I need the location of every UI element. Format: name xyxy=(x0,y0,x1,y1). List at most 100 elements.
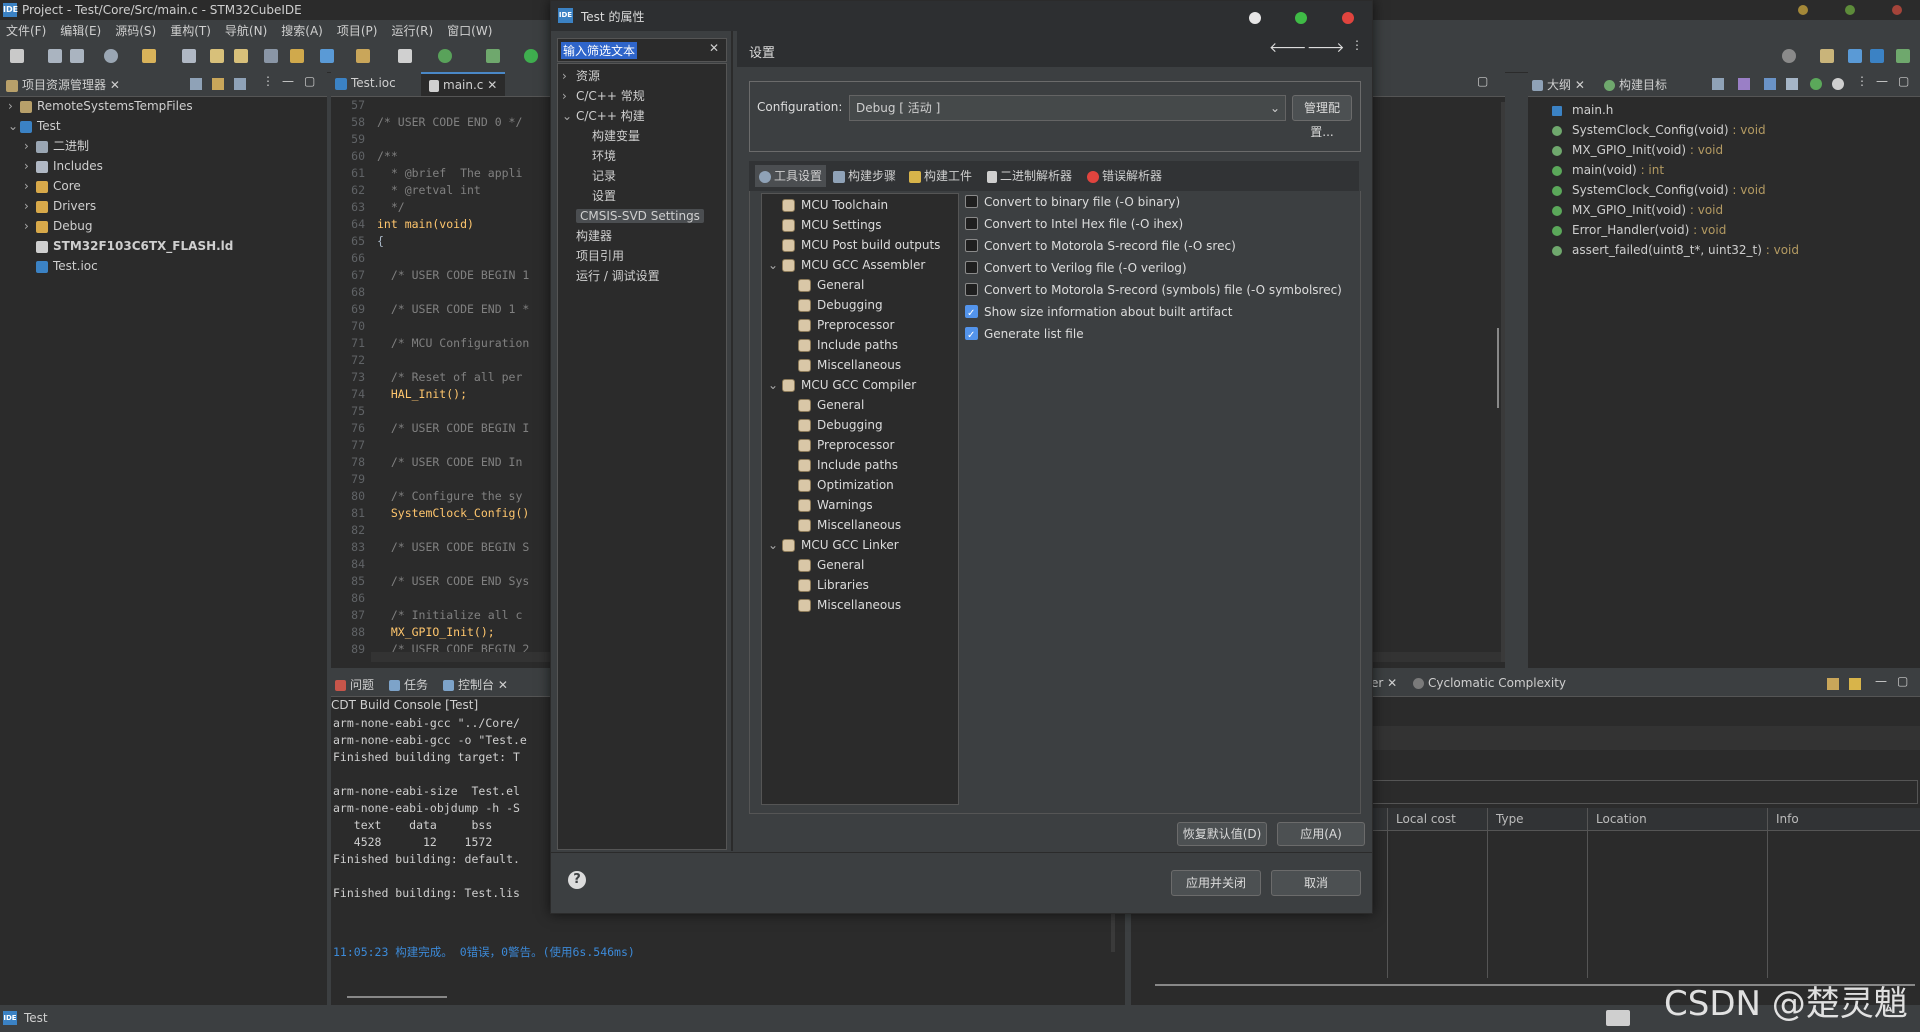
nav-item[interactable]: 构建变量 xyxy=(578,126,640,146)
tool-tree-item[interactable]: Include paths xyxy=(784,335,898,355)
collapse-all-icon[interactable] xyxy=(1712,78,1724,90)
col-type[interactable]: Type xyxy=(1496,812,1524,826)
subtab-tool-settings[interactable]: 工具设置 xyxy=(755,165,827,187)
subtab-build-artifact[interactable]: 构建工件 xyxy=(909,165,972,187)
apply-button[interactable]: 应用(A) xyxy=(1277,822,1365,846)
checkbox[interactable] xyxy=(965,325,978,347)
tool-tree-item[interactable]: MCU Post build outputs xyxy=(768,235,940,255)
save-icon[interactable] xyxy=(48,49,62,63)
hide-macros-icon[interactable] xyxy=(1832,78,1844,90)
tab-build-targets[interactable]: 构建目标 xyxy=(1604,76,1667,93)
tab-tasks[interactable]: 任务 xyxy=(389,676,428,693)
tool-tree-item[interactable]: Preprocessor xyxy=(784,435,894,455)
tab-outline[interactable]: 大纲 ✕ xyxy=(1532,76,1585,93)
checkbox[interactable] xyxy=(965,217,978,230)
tree-item[interactable]: STM32F103C6TX_FLASH.ld xyxy=(24,236,233,256)
tab-cyclomatic-complexity[interactable]: Cyclomatic Complexity xyxy=(1413,676,1566,690)
close-button[interactable] xyxy=(1892,5,1902,15)
tree-item[interactable]: Test.ioc xyxy=(24,256,98,276)
tool-tree-item[interactable]: Miscellaneous xyxy=(784,595,901,615)
cpp-perspective-icon[interactable] xyxy=(1848,49,1862,63)
file-icon[interactable] xyxy=(398,49,412,63)
checkbox[interactable] xyxy=(965,283,978,296)
option-checkbox-row[interactable]: Convert to Verilog file (-O verilog) xyxy=(965,257,1187,279)
tree-item[interactable]: ⌄ Test xyxy=(8,116,61,136)
menu-item[interactable]: 文件(F) xyxy=(0,20,54,39)
tool-tree-item[interactable]: MCU Toolchain xyxy=(768,195,888,215)
nav-item[interactable]: 设置 xyxy=(578,186,616,206)
tab-test-ioc[interactable]: Test.ioc xyxy=(335,76,396,90)
restore-defaults-button[interactable]: 恢复默认值(D) xyxy=(1177,822,1267,846)
device-icon[interactable] xyxy=(182,49,196,63)
clear-filter-icon[interactable]: ✕ xyxy=(709,41,719,55)
manage-configurations-button[interactable]: 管理配置... xyxy=(1292,95,1352,139)
nav-item[interactable]: 记录 xyxy=(578,166,616,186)
tool-tree-item[interactable]: Miscellaneous xyxy=(784,355,901,375)
apply-and-close-button[interactable]: 应用并关闭 xyxy=(1171,870,1261,896)
checkbox[interactable] xyxy=(965,261,978,274)
view-menu-icon[interactable]: ⋮ xyxy=(262,74,274,88)
new-icon[interactable] xyxy=(10,49,24,63)
menu-item[interactable]: 搜索(A) xyxy=(275,20,331,39)
nav-item[interactable]: 运行 / 调试设置 xyxy=(562,266,660,286)
option-checkbox-row[interactable]: Convert to Motorola S-record file (-O sr… xyxy=(965,235,1236,257)
minimize-button[interactable] xyxy=(1798,5,1808,15)
chevron-right-icon[interactable]: › xyxy=(24,176,36,196)
option-checkbox-row[interactable]: Convert to Motorola S-record (symbols) f… xyxy=(965,279,1342,301)
subtab-binary-parsers[interactable]: 二进制解析器 xyxy=(987,165,1072,187)
redo-icon[interactable] xyxy=(234,49,248,63)
tree-item[interactable]: › Drivers xyxy=(24,196,96,216)
tool-tree-item[interactable]: Optimization xyxy=(784,475,894,495)
minimize-view-icon[interactable]: — xyxy=(282,74,294,88)
chevron-right-icon[interactable]: › xyxy=(24,196,36,216)
run-config-icon[interactable] xyxy=(486,49,500,63)
complexity-filter-input[interactable] xyxy=(1371,780,1918,804)
tool-tree-item[interactable]: Debugging xyxy=(784,415,883,435)
menu-item[interactable]: 窗口(W) xyxy=(441,20,500,39)
filter-icon[interactable] xyxy=(234,78,246,90)
tool-tree-item[interactable]: Miscellaneous xyxy=(784,515,901,535)
checkbox[interactable] xyxy=(965,303,978,325)
outline-view-menu-icon[interactable]: ⋮ xyxy=(1856,74,1868,88)
nav-item[interactable]: 项目引用 xyxy=(562,246,624,266)
nav-item[interactable]: ⌄ C/C++ 构建 xyxy=(562,106,645,126)
filter-input[interactable]: 输入筛选文本 xyxy=(561,42,638,59)
option-checkbox-row[interactable]: Convert to Intel Hex file (-O ihex) xyxy=(965,213,1183,235)
tool-tree-item[interactable]: Preprocessor xyxy=(784,315,894,335)
search-toolbar-icon[interactable] xyxy=(1782,49,1796,63)
dialog-maximize-button[interactable] xyxy=(1295,12,1307,24)
tool-tree-item[interactable]: ⌄ MCU GCC Linker xyxy=(768,535,899,555)
nav-item[interactable]: 构建器 xyxy=(562,226,612,246)
tool-tree-item[interactable]: Warnings xyxy=(784,495,873,515)
undo-icon[interactable] xyxy=(210,49,224,63)
menu-item[interactable]: 编辑(E) xyxy=(54,20,109,39)
tool-tree-item[interactable]: General xyxy=(784,275,864,295)
outline-item[interactable]: Error_Handler(void) : void xyxy=(1552,220,1726,240)
nav-item[interactable]: › C/C++ 常规 xyxy=(562,86,645,106)
save-all-icon[interactable] xyxy=(70,49,84,63)
configuration-select[interactable]: Debug [ 活动 ] ⌄ xyxy=(849,95,1286,121)
nav-item[interactable]: CMSIS-SVD Settings xyxy=(562,206,704,226)
col-info[interactable]: Info xyxy=(1776,812,1799,826)
menu-item[interactable]: 重构(T) xyxy=(164,20,219,39)
debug-perspective-icon[interactable] xyxy=(1896,49,1910,63)
menu-item[interactable]: 运行(R) xyxy=(385,20,441,39)
outline-item[interactable]: SystemClock_Config(void) : void xyxy=(1552,180,1766,200)
outline-item[interactable]: assert_failed(uint8_t*, uint32_t) : void xyxy=(1552,240,1799,260)
subtab-build-steps[interactable]: 构建步骤 xyxy=(833,165,896,187)
chevron-right-icon[interactable]: › xyxy=(562,66,576,86)
dialog-close-button[interactable] xyxy=(1342,12,1354,24)
col-location[interactable]: Location xyxy=(1596,812,1647,826)
chevron-down-icon[interactable]: ⌄ xyxy=(768,255,782,275)
option-checkbox-row[interactable]: Convert to binary file (-O binary) xyxy=(965,191,1180,213)
sash[interactable] xyxy=(731,31,733,851)
run-icon[interactable] xyxy=(524,49,538,63)
chevron-right-icon[interactable]: › xyxy=(8,96,20,116)
external-tools-icon[interactable] xyxy=(320,49,334,63)
tab-project-explorer[interactable]: 项目资源管理器 ✕ xyxy=(6,76,120,93)
menu-item[interactable]: 项目(P) xyxy=(331,20,386,39)
tree-item[interactable]: › Includes xyxy=(24,156,103,176)
search-icon[interactable] xyxy=(264,49,278,63)
menu-item[interactable]: 源码(S) xyxy=(109,20,164,39)
tree-item[interactable]: › Debug xyxy=(24,216,92,236)
